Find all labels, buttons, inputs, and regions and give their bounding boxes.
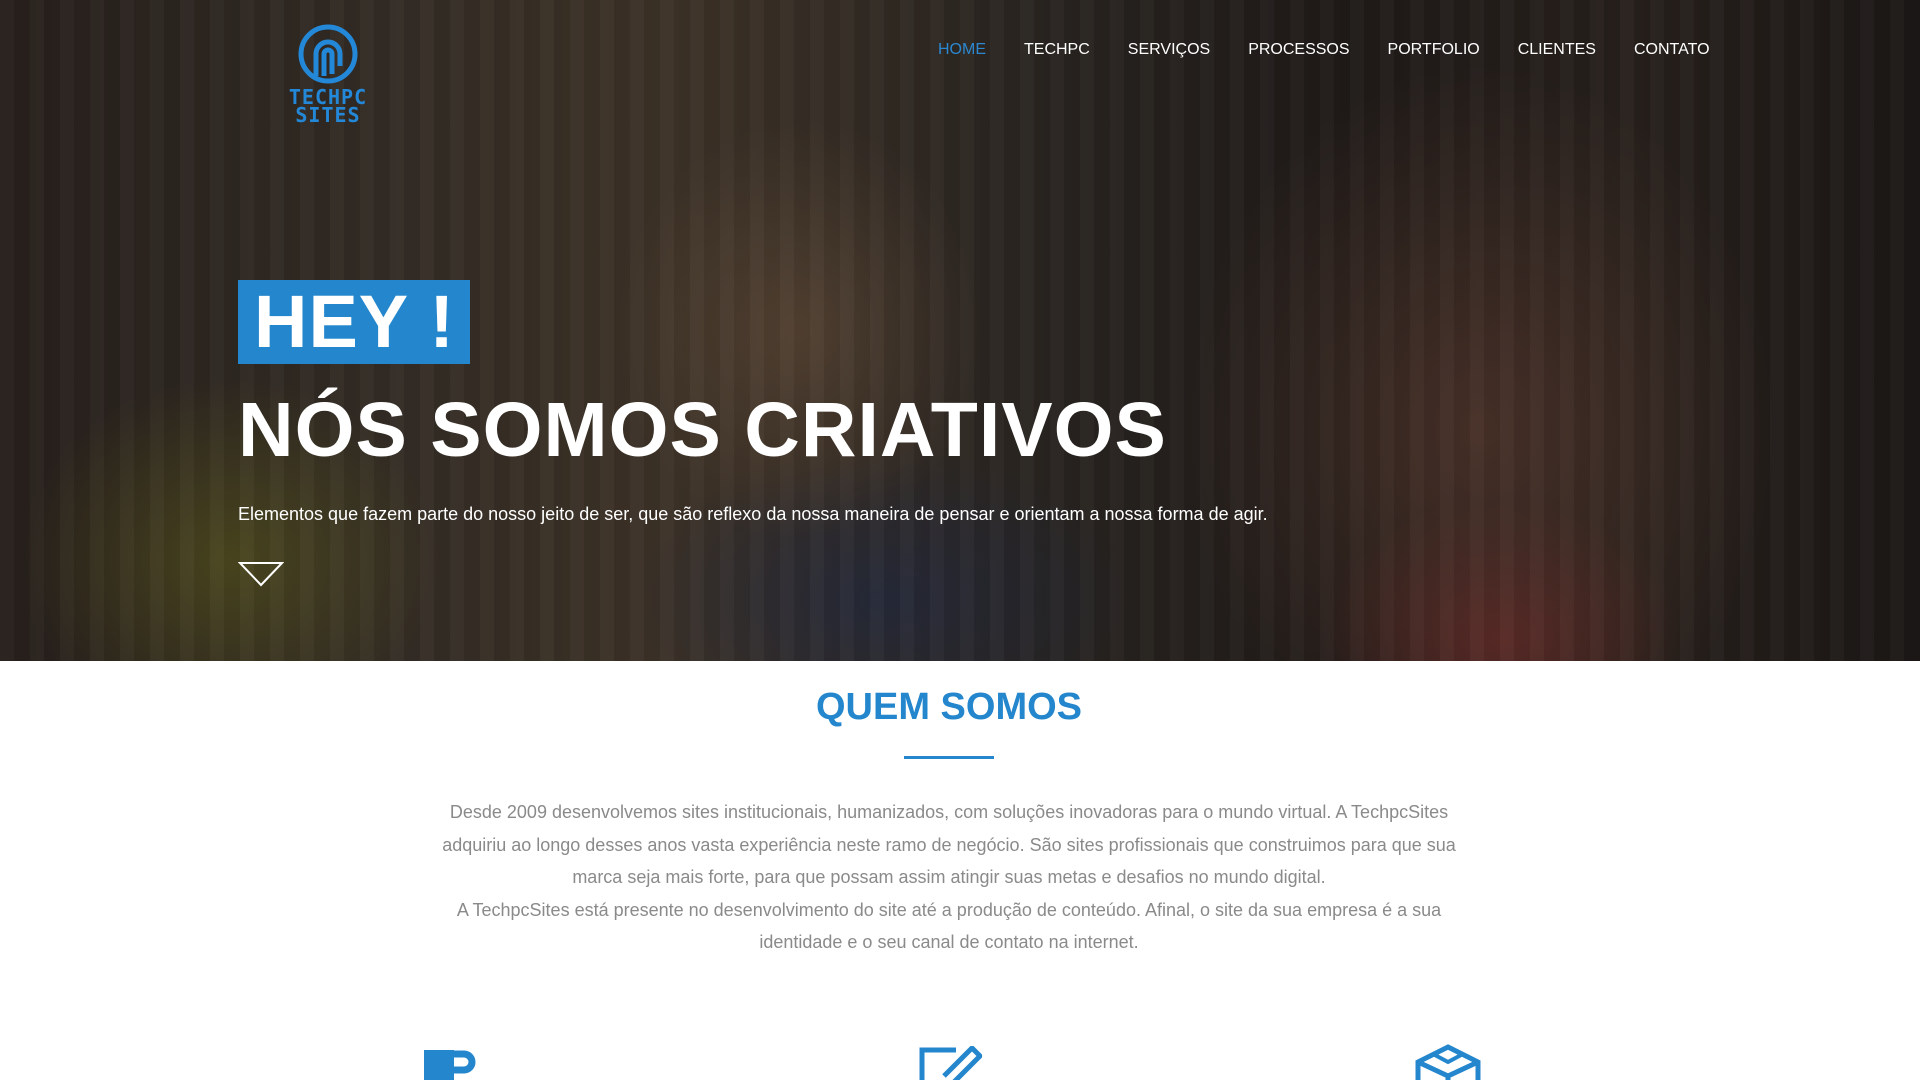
nav-item-contato[interactable]: CONTATO: [1634, 41, 1710, 59]
about-paragraph-2: A TechpcSites está presente no desenvolv…: [456, 899, 1442, 953]
site-logo[interactable]: TECHPC SITES: [266, 24, 390, 128]
cube-icon: [1415, 1044, 1481, 1080]
hero-title: NÓS SOMOS CRIATIVOS: [238, 387, 1167, 473]
about-paragraph-1: Desde 2009 desenvolvemos sites instituci…: [442, 802, 1456, 887]
hero-section: TECHPC SITES HOME TECHPC SERVIÇOS PROCES…: [0, 0, 1920, 661]
hero-badge: HEY !: [238, 280, 470, 364]
logo-fingerprint-icon: [298, 24, 358, 84]
nav-item-portfolio[interactable]: PORTFOLIO: [1388, 41, 1480, 59]
nav-item-techpc[interactable]: TECHPC: [1024, 41, 1090, 59]
nav-item-processos[interactable]: PROCESSOS: [1248, 41, 1349, 59]
hero-subtitle: Elementos que fazem parte do nosso jeito…: [238, 504, 1268, 524]
logo-text-line2: SITES: [295, 103, 361, 127]
title-divider: [904, 756, 994, 759]
edit-pencil-icon: [919, 1046, 982, 1080]
main-nav: HOME TECHPC SERVIÇOS PROCESSOS PORTFOLIO…: [938, 41, 1748, 59]
nav-item-clientes[interactable]: CLIENTES: [1518, 41, 1596, 59]
about-text: Desde 2009 desenvolvemos sites instituci…: [440, 796, 1458, 959]
nav-item-servicos[interactable]: SERVIÇOS: [1128, 41, 1210, 59]
coffee-mug-icon: [424, 1050, 476, 1080]
chevron-down-outline-icon[interactable]: [238, 561, 284, 587]
nav-item-home[interactable]: HOME: [938, 41, 986, 59]
section-title-quem-somos: QUEM SOMOS: [815, 686, 1083, 728]
